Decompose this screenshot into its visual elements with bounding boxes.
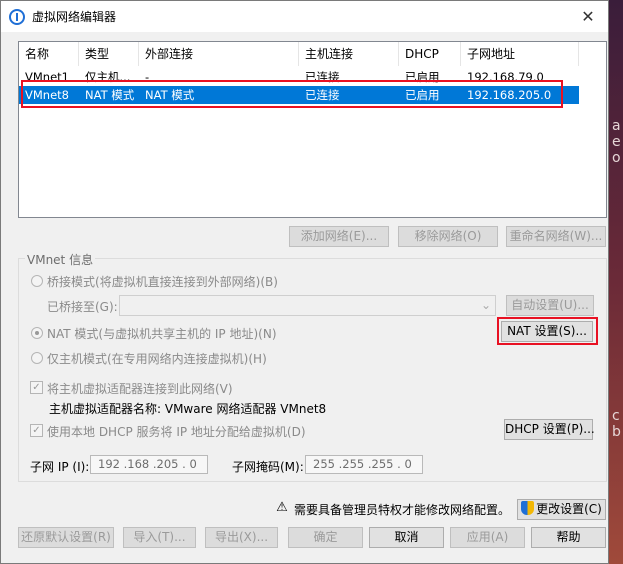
column-header-type[interactable]: 类型 (79, 42, 139, 66)
background-glyph: a (612, 118, 621, 134)
window-title: 虚拟网络编辑器 (32, 10, 117, 24)
bridged-to-label: 已桥接至(G): (47, 300, 118, 314)
connect-adapter-label: 将主机虚拟适配器连接到此网络(V) (47, 382, 233, 396)
network-list-header: 名称 类型 外部连接 主机连接 DHCP 子网地址 (19, 42, 606, 66)
nat-mode-label: NAT 模式(与虚拟机共享主机的 IP 地址)(N) (47, 327, 277, 341)
host-only-radio[interactable] (31, 352, 43, 364)
background-glyph: e (612, 134, 621, 150)
vmnet-info-title: VMnet 信息 (25, 251, 96, 268)
chevron-down-icon: ⌄ (480, 298, 491, 312)
ok-button[interactable]: 确定 (288, 527, 363, 548)
highlight-box-nat-settings (497, 317, 598, 345)
auto-settings-button[interactable]: 自动设置(U)... (506, 295, 594, 316)
highlight-box-vmnet8 (21, 80, 563, 108)
adapter-name-text: 主机虚拟适配器名称: VMware 网络适配器 VMnet8 (49, 402, 327, 416)
uac-shield-icon (521, 501, 535, 515)
subnet-mask-label: 子网掩码(M): (232, 460, 304, 474)
change-settings-label: 更改设置(C) (536, 502, 602, 516)
bridged-to-select[interactable]: ⌄ (119, 295, 496, 316)
nat-mode-radio[interactable] (31, 327, 43, 339)
bridge-mode-radio[interactable] (31, 275, 43, 287)
dhcp-label: 使用本地 DHCP 服务将 IP 地址分配给虚拟机(D) (47, 425, 306, 439)
column-header-external[interactable]: 外部连接 (139, 42, 299, 66)
column-header-name[interactable]: 名称 (19, 42, 79, 66)
vmnet-info-group (18, 258, 607, 482)
background-glyph: c (612, 408, 620, 424)
column-header-subnet[interactable]: 子网地址 (461, 42, 579, 66)
host-only-label: 仅主机模式(在专用网络内连接虚拟机)(H) (47, 352, 267, 366)
export-button[interactable]: 导出(X)... (205, 527, 278, 548)
bridge-mode-label: 桥接模式(将虚拟机直接连接到外部网络)(B) (47, 275, 278, 289)
cancel-button[interactable]: 取消 (369, 527, 444, 548)
add-network-button[interactable]: 添加网络(E)... (289, 226, 389, 247)
background-glyph: o (612, 150, 621, 166)
admin-warning-text: 需要具备管理员特权才能修改网络配置。 (294, 503, 511, 517)
dhcp-settings-button[interactable]: DHCP 设置(P)... (504, 419, 595, 440)
column-header-dhcp[interactable]: DHCP (399, 42, 461, 66)
virtual-network-editor-window: 虚拟网络编辑器 ✕ 名称 类型 外部连接 主机连接 DHCP 子网地址 VMne… (0, 0, 609, 564)
import-button[interactable]: 导入(T)... (123, 527, 196, 548)
help-button[interactable]: 帮助 (531, 527, 606, 548)
apply-button[interactable]: 应用(A) (450, 527, 525, 548)
subnet-ip-input[interactable]: 192 .168 .205 . 0 (90, 455, 208, 474)
subnet-mask-input[interactable]: 255 .255 .255 . 0 (305, 455, 423, 474)
title-bar: 虚拟网络编辑器 ✕ (1, 1, 608, 32)
warning-icon: ⚠ (276, 500, 288, 515)
network-list[interactable]: 名称 类型 外部连接 主机连接 DHCP 子网地址 VMnet1 仅主机... … (18, 41, 607, 218)
remove-network-button[interactable]: 移除网络(O) (398, 226, 498, 247)
close-button[interactable]: ✕ (568, 1, 608, 32)
desktop-background (608, 0, 623, 564)
subnet-ip-label: 子网 IP (I): (30, 460, 90, 474)
change-settings-button[interactable]: 更改设置(C) (517, 499, 606, 520)
background-glyph: b (612, 424, 621, 440)
connect-adapter-checkbox[interactable]: ✓ (30, 381, 43, 394)
rename-network-button[interactable]: 重命名网络(W)... (506, 226, 606, 247)
dhcp-checkbox[interactable]: ✓ (30, 424, 43, 437)
restore-defaults-button[interactable]: 还原默认设置(R) (18, 527, 114, 548)
network-globe-icon (9, 8, 25, 25)
column-header-host[interactable]: 主机连接 (299, 42, 399, 66)
